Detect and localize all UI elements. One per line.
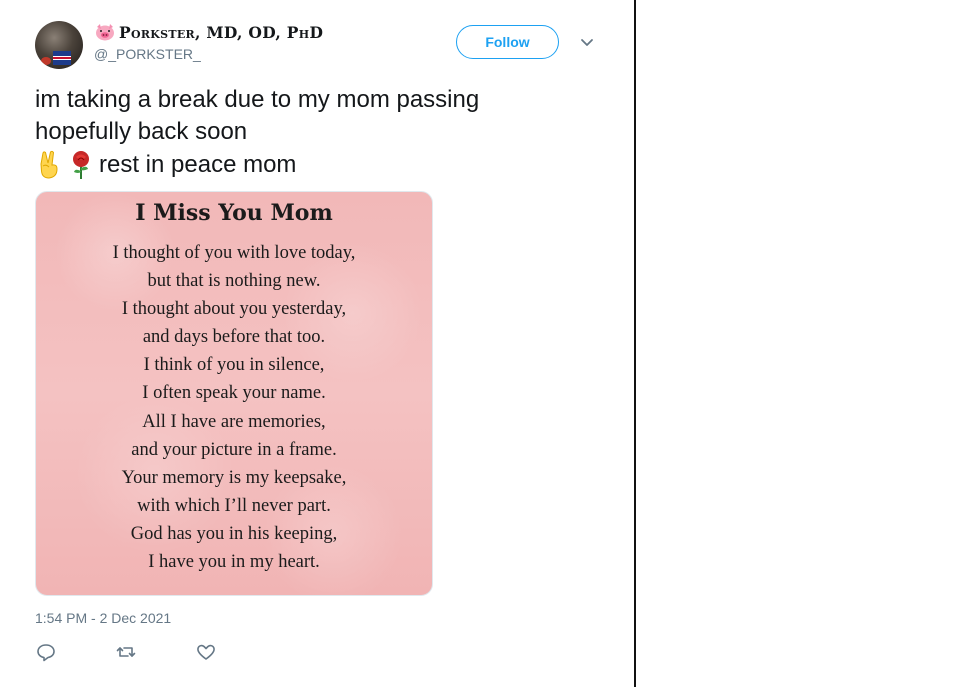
victory-hand-icon: [40, 150, 58, 179]
poem-line: I thought about you yesterday,: [121, 299, 347, 320]
avatar[interactable]: [35, 21, 83, 69]
poem-title: I Miss You Mom: [135, 200, 333, 226]
poem-line: I have you in my heart.: [148, 552, 320, 573]
follow-button[interactable]: Follow: [456, 25, 559, 59]
reply-icon[interactable]: [35, 641, 57, 663]
poem-line: but that is nothing new.: [147, 271, 321, 292]
poem-line: with which I’ll never part.: [137, 495, 331, 516]
poem-line: and days before that too.: [142, 327, 326, 348]
tweet-text: im taking a break due to my mom passing …: [35, 84, 615, 182]
tweet-line: rest in peace mom: [99, 151, 297, 178]
poem-line: God has you in his keeping,: [130, 523, 338, 544]
tweet-emoji-line: rest in peace mom: [35, 148, 615, 182]
poem-line: I think of you in silence,: [143, 355, 325, 376]
panel-divider: [634, 0, 636, 687]
rose-icon: [73, 151, 89, 179]
poem-line: I often speak your name.: [142, 383, 326, 404]
poem-body: I thought of you with love today, but th…: [36, 239, 432, 576]
user-handle[interactable]: @_PORKSTER_: [94, 46, 201, 62]
avatar-detail: [41, 57, 51, 65]
like-icon[interactable]: [195, 641, 217, 663]
chevron-down-icon[interactable]: [578, 34, 596, 52]
tweet-line: im taking a break due to my mom passing: [35, 86, 480, 113]
poem-line: All I have are memories,: [142, 411, 326, 432]
tweet-media-image[interactable]: I Miss You Mom I thought of you with lov…: [35, 191, 433, 596]
poem-line: and your picture in a frame.: [131, 439, 337, 460]
poem-line: I thought of you with love today,: [112, 243, 356, 263]
poem-line: Your memory is my keepsake,: [121, 467, 347, 488]
tweet-timestamp[interactable]: 1:54 PM - 2 Dec 2021: [35, 610, 171, 626]
pig-face-icon: [96, 24, 114, 41]
display-name[interactable]: Porkster, MD, OD, PhD: [94, 22, 323, 42]
display-name-text: Porkster, MD, OD, PhD: [119, 22, 324, 42]
tweet-panel: Porkster, MD, OD, PhD @_PORKSTER_ Follow…: [0, 0, 634, 687]
tweet-line: hopefully back soon: [35, 118, 248, 145]
avatar-flag: [53, 51, 71, 65]
retweet-icon[interactable]: [115, 641, 137, 663]
